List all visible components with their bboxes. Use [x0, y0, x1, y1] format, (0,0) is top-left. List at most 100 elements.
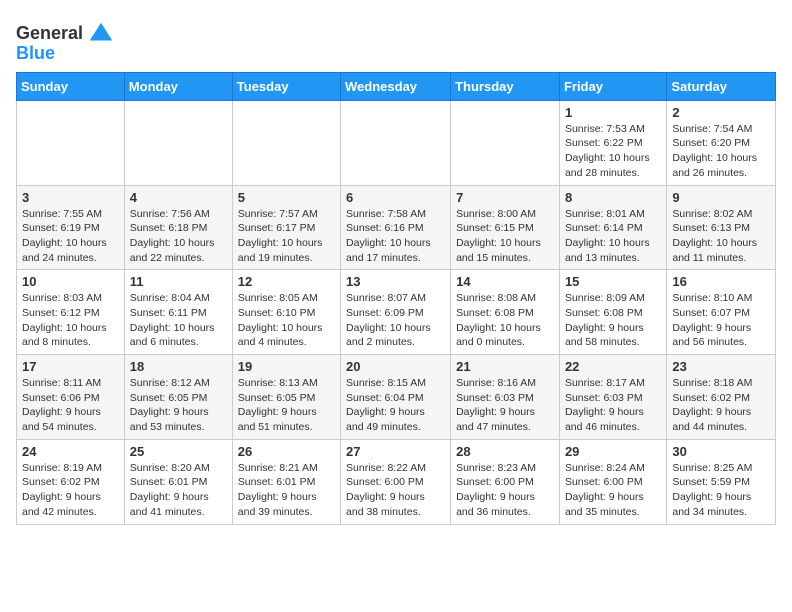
- day-info: Sunrise: 8:09 AM Sunset: 6:08 PM Dayligh…: [565, 291, 661, 350]
- calendar-cell: 17 Sunrise: 8:11 AM Sunset: 6:06 PM Dayli…: [17, 355, 125, 440]
- calendar-week-row: 1 Sunrise: 7:53 AM Sunset: 6:22 PM Daylig…: [17, 100, 776, 185]
- page-header: General Blue: [16, 16, 776, 64]
- day-info: Sunrise: 8:08 AM Sunset: 6:08 PM Dayligh…: [456, 291, 554, 350]
- calendar-cell: 13Sunrise: 8:07 AM Sunset: 6:09 PM Dayli…: [341, 270, 451, 355]
- calendar-week-row: 24 Sunrise: 8:19 AM Sunset: 6:02 PM Dayli…: [17, 439, 776, 524]
- day-info: Sunrise: 8:23 AM Sunset: 6:00 PM Dayligh…: [456, 461, 554, 520]
- day-number: 30: [672, 444, 770, 459]
- day-info: Sunrise: 8:13 AM Sunset: 6:05 PM Dayligh…: [238, 376, 335, 435]
- day-number: 23: [672, 359, 770, 374]
- day-number: 20: [346, 359, 445, 374]
- calendar-cell: [451, 100, 560, 185]
- day-info: Sunrise: 7:56 AM Sunset: 6:18 PM Dayligh…: [130, 207, 227, 266]
- calendar-cell: 21 Sunrise: 8:16 AM Sunset: 6:03 PM Dayli…: [451, 355, 560, 440]
- day-number: 4: [130, 190, 227, 205]
- logo: General Blue: [16, 20, 115, 64]
- day-info: Sunrise: 8:19 AM Sunset: 6:02 PM Dayligh…: [22, 461, 119, 520]
- weekday-header-tuesday: Tuesday: [232, 72, 340, 100]
- calendar-cell: 10 Sunrise: 8:03 AM Sunset: 6:12 PM Dayli…: [17, 270, 125, 355]
- day-number: 27: [346, 444, 445, 459]
- day-info: Sunrise: 7:55 AM Sunset: 6:19 PM Dayligh…: [22, 207, 119, 266]
- calendar-cell: 11 Sunrise: 8:04 AM Sunset: 6:11 PM Dayli…: [124, 270, 232, 355]
- day-info: Sunrise: 8:10 AM Sunset: 6:07 PM Dayligh…: [672, 291, 770, 350]
- calendar-week-row: 3 Sunrise: 7:55 AM Sunset: 6:19 PM Daylig…: [17, 185, 776, 270]
- weekday-header-sunday: Sunday: [17, 72, 125, 100]
- calendar-cell: 25 Sunrise: 8:20 AM Sunset: 6:01 PM Dayli…: [124, 439, 232, 524]
- calendar-cell: 2 Sunrise: 7:54 AM Sunset: 6:20 PM Daylig…: [667, 100, 776, 185]
- weekday-header-saturday: Saturday: [667, 72, 776, 100]
- day-info: Sunrise: 7:58 AM Sunset: 6:16 PM Dayligh…: [346, 207, 445, 266]
- calendar-cell: 9 Sunrise: 8:02 AM Sunset: 6:13 PM Daylig…: [667, 185, 776, 270]
- day-info: Sunrise: 8:03 AM Sunset: 6:12 PM Dayligh…: [22, 291, 119, 350]
- day-number: 29: [565, 444, 661, 459]
- day-number: 11: [130, 274, 227, 289]
- day-number: 8: [565, 190, 661, 205]
- day-number: 22: [565, 359, 661, 374]
- day-number: 3: [22, 190, 119, 205]
- calendar-cell: 26 Sunrise: 8:21 AM Sunset: 6:01 PM Dayli…: [232, 439, 340, 524]
- calendar-cell: 22Sunrise: 8:17 AM Sunset: 6:03 PM Dayli…: [559, 355, 666, 440]
- day-number: 6: [346, 190, 445, 205]
- day-number: 18: [130, 359, 227, 374]
- calendar-cell: 24 Sunrise: 8:19 AM Sunset: 6:02 PM Dayli…: [17, 439, 125, 524]
- day-info: Sunrise: 7:54 AM Sunset: 6:20 PM Dayligh…: [672, 122, 770, 181]
- calendar-cell: 14 Sunrise: 8:08 AM Sunset: 6:08 PM Dayli…: [451, 270, 560, 355]
- calendar-header-row: SundayMondayTuesdayWednesdayThursdayFrid…: [17, 72, 776, 100]
- day-info: Sunrise: 7:53 AM Sunset: 6:22 PM Dayligh…: [565, 122, 661, 181]
- weekday-header-thursday: Thursday: [451, 72, 560, 100]
- calendar-cell: [124, 100, 232, 185]
- calendar-cell: [341, 100, 451, 185]
- day-info: Sunrise: 8:00 AM Sunset: 6:15 PM Dayligh…: [456, 207, 554, 266]
- day-number: 1: [565, 105, 661, 120]
- day-number: 12: [238, 274, 335, 289]
- day-number: 17: [22, 359, 119, 374]
- calendar-cell: 18Sunrise: 8:12 AM Sunset: 6:05 PM Dayli…: [124, 355, 232, 440]
- day-number: 7: [456, 190, 554, 205]
- day-number: 26: [238, 444, 335, 459]
- day-number: 28: [456, 444, 554, 459]
- day-number: 14: [456, 274, 554, 289]
- calendar-cell: 19 Sunrise: 8:13 AM Sunset: 6:05 PM Dayli…: [232, 355, 340, 440]
- day-number: 24: [22, 444, 119, 459]
- day-info: Sunrise: 8:18 AM Sunset: 6:02 PM Dayligh…: [672, 376, 770, 435]
- day-number: 9: [672, 190, 770, 205]
- day-number: 10: [22, 274, 119, 289]
- calendar-cell: 3 Sunrise: 7:55 AM Sunset: 6:19 PM Daylig…: [17, 185, 125, 270]
- day-info: Sunrise: 8:15 AM Sunset: 6:04 PM Dayligh…: [346, 376, 445, 435]
- day-info: Sunrise: 8:22 AM Sunset: 6:00 PM Dayligh…: [346, 461, 445, 520]
- weekday-header-friday: Friday: [559, 72, 666, 100]
- day-info: Sunrise: 8:02 AM Sunset: 6:13 PM Dayligh…: [672, 207, 770, 266]
- day-number: 13: [346, 274, 445, 289]
- day-info: Sunrise: 8:11 AM Sunset: 6:06 PM Dayligh…: [22, 376, 119, 435]
- day-info: Sunrise: 8:21 AM Sunset: 6:01 PM Dayligh…: [238, 461, 335, 520]
- calendar-week-row: 17 Sunrise: 8:11 AM Sunset: 6:06 PM Dayli…: [17, 355, 776, 440]
- calendar-cell: 27 Sunrise: 8:22 AM Sunset: 6:00 PM Dayli…: [341, 439, 451, 524]
- day-number: 21: [456, 359, 554, 374]
- calendar-cell: [232, 100, 340, 185]
- day-info: Sunrise: 8:24 AM Sunset: 6:00 PM Dayligh…: [565, 461, 661, 520]
- day-info: Sunrise: 8:16 AM Sunset: 6:03 PM Dayligh…: [456, 376, 554, 435]
- day-info: Sunrise: 7:57 AM Sunset: 6:17 PM Dayligh…: [238, 207, 335, 266]
- calendar-cell: 4 Sunrise: 7:56 AM Sunset: 6:18 PM Daylig…: [124, 185, 232, 270]
- day-number: 16: [672, 274, 770, 289]
- day-info: Sunrise: 8:04 AM Sunset: 6:11 PM Dayligh…: [130, 291, 227, 350]
- calendar-cell: [17, 100, 125, 185]
- calendar-cell: 15Sunrise: 8:09 AM Sunset: 6:08 PM Dayli…: [559, 270, 666, 355]
- day-info: Sunrise: 8:20 AM Sunset: 6:01 PM Dayligh…: [130, 461, 227, 520]
- calendar-cell: 20 Sunrise: 8:15 AM Sunset: 6:04 PM Dayli…: [341, 355, 451, 440]
- day-number: 5: [238, 190, 335, 205]
- calendar-cell: 12 Sunrise: 8:05 AM Sunset: 6:10 PM Dayli…: [232, 270, 340, 355]
- calendar-table: SundayMondayTuesdayWednesdayThursdayFrid…: [16, 72, 776, 525]
- logo-blue-text: Blue: [16, 44, 55, 64]
- weekday-header-wednesday: Wednesday: [341, 72, 451, 100]
- day-number: 25: [130, 444, 227, 459]
- calendar-cell: 29 Sunrise: 8:24 AM Sunset: 6:00 PM Dayli…: [559, 439, 666, 524]
- day-number: 2: [672, 105, 770, 120]
- day-info: Sunrise: 8:05 AM Sunset: 6:10 PM Dayligh…: [238, 291, 335, 350]
- day-info: Sunrise: 8:01 AM Sunset: 6:14 PM Dayligh…: [565, 207, 661, 266]
- calendar-cell: 7 Sunrise: 8:00 AM Sunset: 6:15 PM Daylig…: [451, 185, 560, 270]
- day-number: 19: [238, 359, 335, 374]
- weekday-header-monday: Monday: [124, 72, 232, 100]
- calendar-cell: 30Sunrise: 8:25 AM Sunset: 5:59 PM Dayli…: [667, 439, 776, 524]
- calendar-cell: 8 Sunrise: 8:01 AM Sunset: 6:14 PM Daylig…: [559, 185, 666, 270]
